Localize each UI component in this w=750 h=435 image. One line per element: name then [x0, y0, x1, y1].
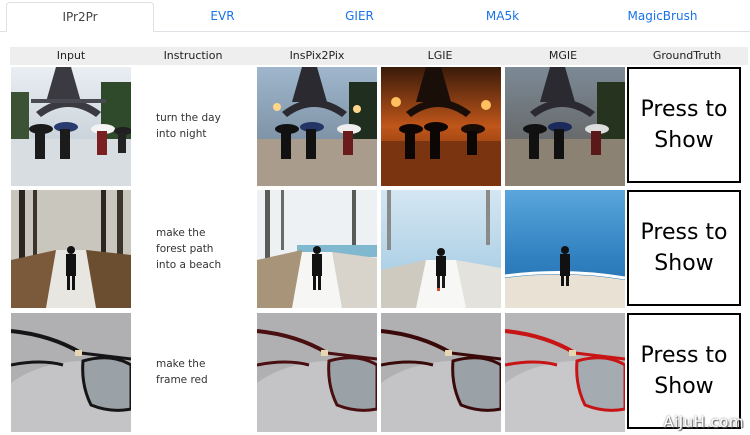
press-label: Press to — [640, 220, 728, 245]
bright-red-glasses — [505, 313, 625, 432]
dark-red-glasses — [381, 313, 501, 432]
paris-night-muted — [505, 67, 625, 186]
tab-evr[interactable]: EVR — [160, 2, 285, 32]
table-header: Input Instruction InsPix2Pix LGIE MGIE G… — [10, 47, 748, 65]
header-instruction: Instruction — [163, 49, 223, 62]
paris-orange-night — [381, 67, 501, 186]
instruction-row-3: make the frame red — [156, 356, 252, 388]
dark-red-glasses — [257, 313, 377, 432]
instruction-row-2: make the forest path into a beach — [156, 225, 252, 273]
tab-magicbrush[interactable]: MagicBrush — [600, 2, 725, 32]
press-label: Press to — [640, 97, 728, 122]
snowy-forest-lake — [257, 190, 377, 308]
tab-ipr2pr[interactable]: IPr2Pr — [6, 2, 154, 32]
tab-gier[interactable]: GIER — [297, 2, 422, 32]
instruction-line: forest path — [156, 243, 214, 255]
instruction-line: make the — [156, 227, 206, 239]
press-label: Show — [654, 128, 714, 153]
instruction-line: turn the day — [156, 112, 221, 124]
instruction-line: into night — [156, 128, 207, 140]
black-glasses — [11, 313, 131, 432]
paris-rain-night — [257, 67, 377, 186]
press-label: Show — [654, 251, 714, 276]
paris-rain-umbrellas — [11, 67, 131, 186]
header-inspix2pix: InsPix2Pix — [289, 49, 345, 62]
header-mgie: MGIE — [548, 49, 578, 62]
press-label: Press to — [640, 343, 728, 368]
instruction-line: make the — [156, 358, 206, 370]
instruction-line: frame red — [156, 374, 208, 386]
header-lgie: LGIE — [427, 49, 453, 62]
watermark: AiJuH.com — [663, 413, 744, 431]
forest-path-walker — [11, 190, 131, 308]
dataset-tabs: IPr2Pr EVR GIER MA5k MagicBrush — [0, 0, 750, 32]
beach-walker — [505, 190, 625, 308]
tab-ma5k[interactable]: MA5k — [440, 2, 565, 32]
instruction-row-1: turn the day into night — [156, 110, 252, 142]
instruction-line: into a beach — [156, 259, 222, 271]
header-input: Input — [56, 49, 86, 62]
ground-truth-reveal-button[interactable]: Press to Show — [627, 67, 741, 183]
ground-truth-reveal-button[interactable]: Press to Show — [627, 313, 741, 429]
press-label: Show — [654, 374, 714, 399]
ground-truth-reveal-button[interactable]: Press to Show — [627, 190, 741, 306]
header-groundtruth: GroundTruth — [652, 49, 722, 62]
snowy-shore-walker — [381, 190, 501, 308]
